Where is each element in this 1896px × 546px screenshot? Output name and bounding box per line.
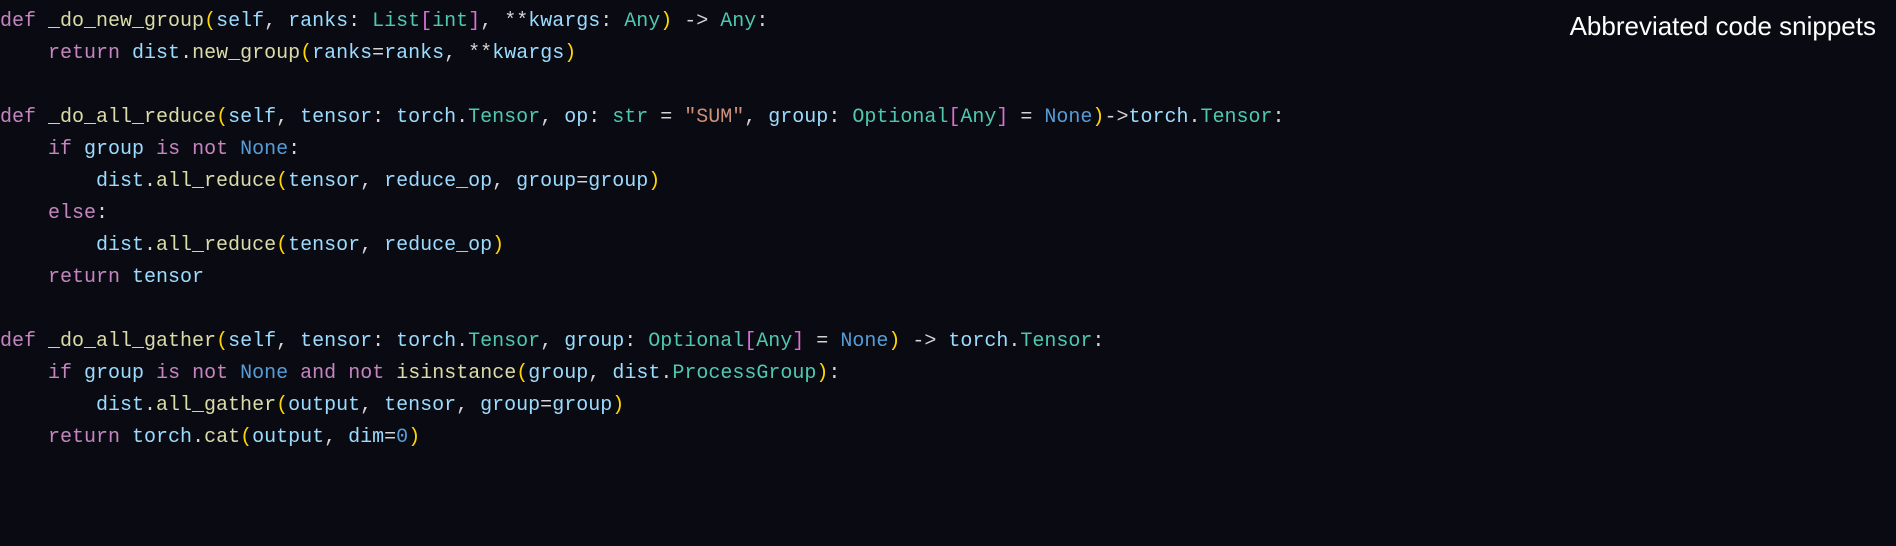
const: None [240, 362, 288, 385]
line: dist.all_reduce(tensor, reduce_op, group… [0, 170, 660, 193]
type: str [612, 106, 648, 129]
type: Tensor [1200, 106, 1272, 129]
line: def _do_new_group(self, ranks: List[int]… [0, 10, 768, 33]
builtin: isinstance [396, 362, 516, 385]
ident: dist [96, 170, 144, 193]
param: op [564, 106, 588, 129]
annotation-label: Abbreviated code snippets [1570, 6, 1876, 48]
kw-def: def [0, 330, 36, 353]
ident: tensor [384, 394, 456, 417]
line: def _do_all_reduce(self, tensor: torch.T… [0, 106, 1285, 129]
ident: dist [132, 42, 180, 65]
type: Any [756, 330, 792, 353]
ident: group [528, 362, 588, 385]
line: return dist.new_group(ranks=ranks, **kwa… [0, 42, 576, 65]
ident: reduce_op [384, 234, 492, 257]
method: all_reduce [156, 170, 276, 193]
kw: not [192, 362, 228, 385]
ident: output [288, 394, 360, 417]
method: new_group [192, 42, 300, 65]
line: else: [0, 202, 108, 225]
type: Optional [852, 106, 948, 129]
ident: kwargs [492, 42, 564, 65]
ident: tensor [288, 234, 360, 257]
kw-return: return [48, 266, 120, 289]
ident: torch [1128, 106, 1188, 129]
method: all_reduce [156, 234, 276, 257]
ident: group [588, 170, 648, 193]
type: Optional [648, 330, 744, 353]
kw-def: def [0, 106, 36, 129]
ident: tensor [288, 170, 360, 193]
ident: reduce_op [384, 170, 492, 193]
kw-if: if [48, 362, 72, 385]
param: self [216, 10, 264, 33]
ident: output [252, 426, 324, 449]
number: 0 [396, 426, 408, 449]
ident: group [552, 394, 612, 417]
fn-name: _do_all_gather [48, 330, 216, 353]
ident: torch [396, 330, 456, 353]
param: self [228, 330, 276, 353]
line: def _do_all_gather(self, tensor: torch.T… [0, 330, 1104, 353]
type: ProcessGroup [672, 362, 816, 385]
param: kwargs [528, 10, 600, 33]
kw: and [300, 362, 336, 385]
ident: torch [396, 106, 456, 129]
method: all_gather [156, 394, 276, 417]
ident: group [84, 362, 144, 385]
fn-name: _do_all_reduce [48, 106, 216, 129]
ident: torch [948, 330, 1008, 353]
string: "SUM" [684, 106, 744, 129]
line: if group is not None and not isinstance(… [0, 362, 840, 385]
kwarg: ranks [312, 42, 372, 65]
type: Any [720, 10, 756, 33]
param: self [228, 106, 276, 129]
ident: torch [132, 426, 192, 449]
const: None [240, 138, 288, 161]
param: group [768, 106, 828, 129]
kw: not [192, 138, 228, 161]
kwarg: dim [348, 426, 384, 449]
kw-return: return [48, 426, 120, 449]
line: dist.all_gather(output, tensor, group=gr… [0, 394, 624, 417]
kw: not [348, 362, 384, 385]
fn-name: _do_new_group [48, 10, 204, 33]
type: Tensor [468, 330, 540, 353]
param: tensor [300, 106, 372, 129]
type: List [372, 10, 420, 33]
ident: dist [96, 234, 144, 257]
line: return tensor [0, 266, 204, 289]
line: if group is not None: [0, 138, 300, 161]
kw-return: return [48, 42, 120, 65]
code-block: def _do_new_group(self, ranks: List[int]… [0, 0, 1896, 454]
kw-def: def [0, 10, 36, 33]
kw-else: else [48, 202, 96, 225]
kwarg: group [480, 394, 540, 417]
ident: tensor [132, 266, 204, 289]
line: dist.all_reduce(tensor, reduce_op) [0, 234, 504, 257]
line: return torch.cat(output, dim=0) [0, 426, 420, 449]
const: None [840, 330, 888, 353]
kw-if: if [48, 138, 72, 161]
type: Any [624, 10, 660, 33]
type: int [432, 10, 468, 33]
method: cat [204, 426, 240, 449]
const: None [1044, 106, 1092, 129]
param: ranks [288, 10, 348, 33]
kw: is [156, 362, 180, 385]
type: Tensor [1020, 330, 1092, 353]
ident: ranks [384, 42, 444, 65]
kwarg: group [516, 170, 576, 193]
param: group [564, 330, 624, 353]
ident: dist [612, 362, 660, 385]
type: Tensor [468, 106, 540, 129]
param: tensor [300, 330, 372, 353]
kw: is [156, 138, 180, 161]
type: Any [960, 106, 996, 129]
ident: dist [96, 394, 144, 417]
ident: group [84, 138, 144, 161]
